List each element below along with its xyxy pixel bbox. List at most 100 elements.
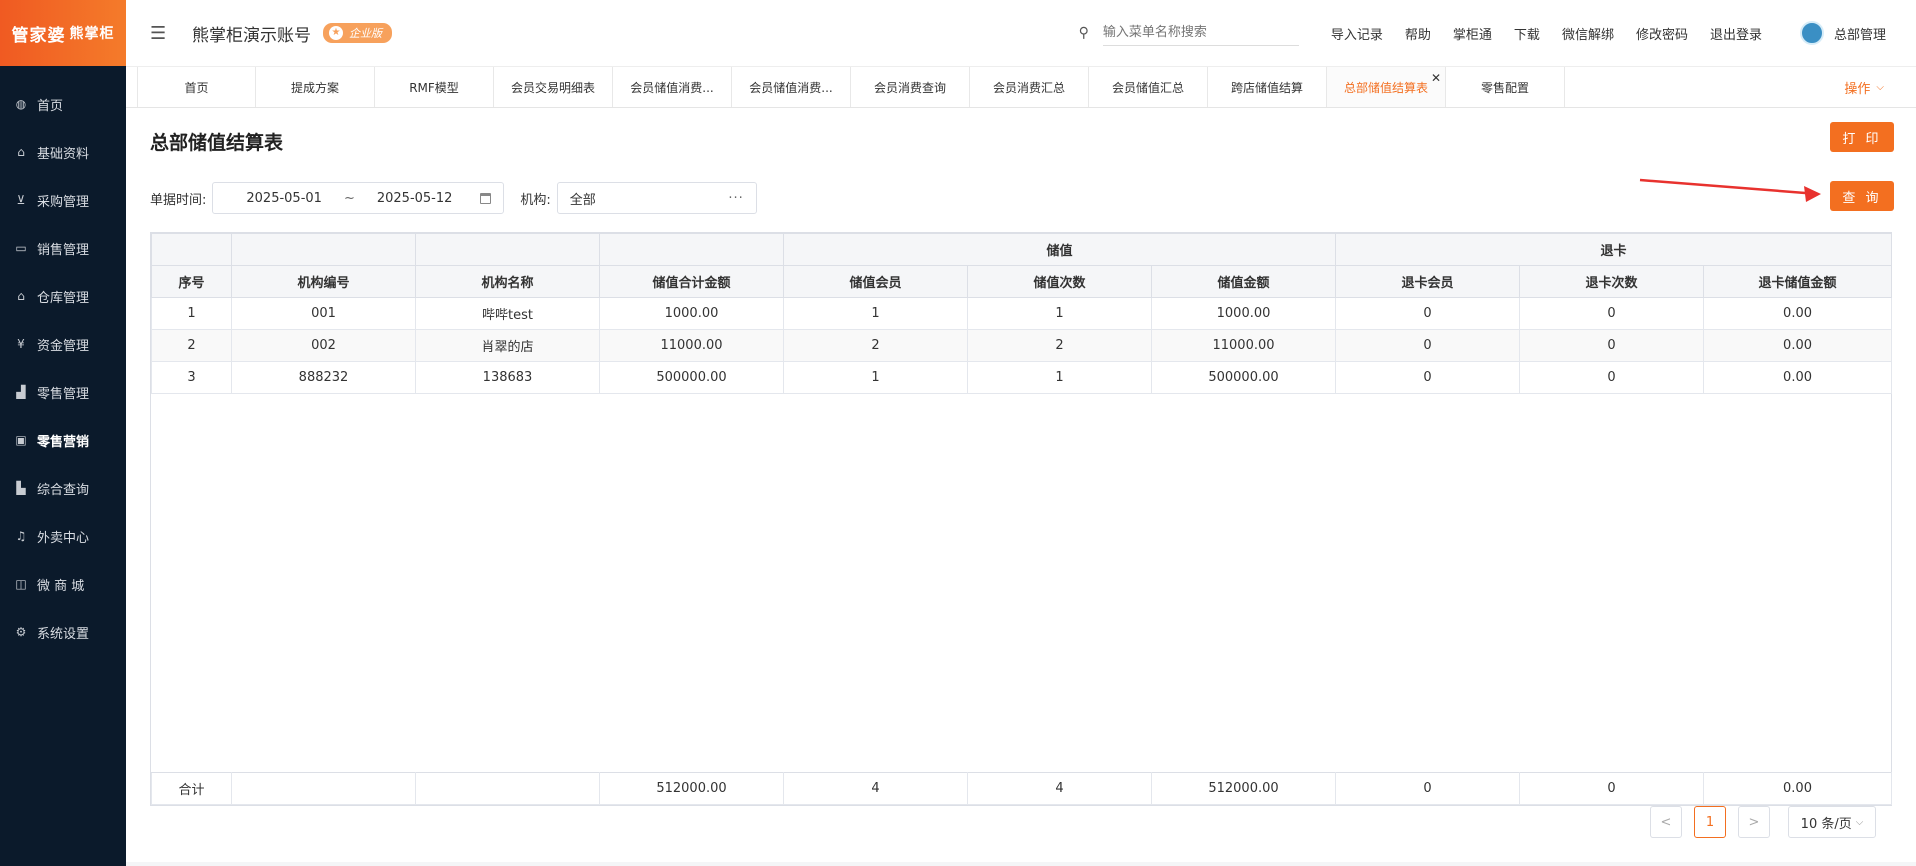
tab-rmf-model[interactable]: RMF模型	[375, 67, 494, 107]
table-cell: 001	[231, 297, 416, 330]
help-link[interactable]: 帮助	[1405, 24, 1431, 43]
prev-page-button[interactable]: <	[1650, 806, 1682, 838]
change-password-link[interactable]: 修改密码	[1636, 24, 1688, 43]
sidebar-item-purchase[interactable]: ⊻ 采购管理	[0, 176, 126, 224]
sidebar-item-settings[interactable]: ⚙ 系统设置	[0, 608, 126, 656]
warehouse-icon: ⌂	[17, 289, 25, 303]
tab-hq-stored-settlement[interactable]: 总部储值结算表 ✕	[1327, 67, 1446, 107]
sidebar-item-mall[interactable]: ◫ 微 商 城	[0, 560, 126, 608]
bar-chart-icon: ▙	[16, 481, 26, 495]
date-label: 单据时间:	[150, 192, 207, 208]
column-header[interactable]: 退卡会员	[1335, 265, 1521, 298]
query-button[interactable]: 查 询	[1830, 181, 1894, 211]
table-cell: 0	[1335, 297, 1521, 330]
sidebar-item-warehouse[interactable]: ⌂ 仓库管理	[0, 272, 126, 320]
table-cell: 0	[1519, 361, 1705, 394]
annotation-arrow	[1639, 178, 1821, 202]
tab-member-transactions[interactable]: 会员交易明细表	[494, 67, 613, 107]
date-from[interactable]: 2025-05-01	[246, 191, 322, 206]
tab-member-stored-consume-1[interactable]: 会员储值消费...	[613, 67, 732, 107]
search-icon[interactable]: ⚲	[1079, 25, 1089, 41]
gear-icon: ⚙	[15, 625, 27, 639]
money-icon: ¥	[17, 337, 25, 351]
sidebar-item-takeaway[interactable]: ♫ 外卖中心	[0, 512, 126, 560]
totals-cell: 512000.00	[599, 772, 784, 805]
table-row[interactable]: 1 001 哔哔test 1000.00 1 1 1000.00 0 0 0.0…	[151, 297, 1893, 330]
table-cell: 0	[1335, 361, 1521, 394]
sidebar-item-sales[interactable]: ▭ 销售管理	[0, 224, 126, 272]
close-icon[interactable]: ✕	[1431, 71, 1441, 85]
org-value: 全部	[569, 192, 596, 208]
sidebar-item-label: 系统设置	[37, 626, 90, 642]
table-cell: 0	[1519, 297, 1705, 330]
calendar-icon[interactable]	[480, 192, 492, 204]
group-header-blank	[151, 233, 232, 266]
menu-search-input[interactable]	[1102, 20, 1299, 46]
table-cell: 1	[967, 297, 1152, 330]
operations-menu[interactable]: 操作 ⌵	[1844, 67, 1884, 107]
group-header-stored: 储值	[782, 233, 1337, 266]
logo-text: 管家婆	[11, 25, 66, 46]
column-header[interactable]: 序号	[151, 265, 232, 298]
column-header[interactable]: 机构名称	[415, 265, 600, 298]
tab-commission-plan[interactable]: 提成方案	[256, 67, 375, 107]
data-table: 储值 退卡 序号 机构编号 机构名称 储值合计金额 储值会员 储值次数 储值金额…	[151, 233, 1893, 394]
totals-cell: 4	[783, 772, 968, 805]
page-number-button[interactable]: 1	[1694, 806, 1726, 838]
edition-badge-label: 企业版	[349, 27, 382, 40]
sidebar-item-label: 首页	[37, 98, 64, 114]
column-header[interactable]: 储值金额	[1150, 265, 1337, 298]
wechat-unbind-link[interactable]: 微信解绑	[1562, 24, 1614, 43]
column-header[interactable]: 储值会员	[783, 265, 968, 298]
table-cell: 2	[151, 329, 232, 362]
sidebar-item-basic-data[interactable]: ⌂ 基础资料	[0, 128, 126, 176]
sidebar-item-label: 采购管理	[37, 194, 90, 210]
date-range-picker[interactable]: 2025-05-01 ~ 2025-05-12	[212, 182, 505, 214]
tab-member-consume-query[interactable]: 会员消费查询	[851, 67, 970, 107]
user-menu[interactable]: 总部管理	[1799, 21, 1886, 45]
sidebar-item-query[interactable]: ▙ 综合查询	[0, 464, 126, 512]
header-links: 导入记录 帮助 掌柜通 下载 微信解绑 修改密码 退出登录	[1331, 24, 1784, 43]
table-cell: 2	[783, 329, 968, 362]
totals-cell	[231, 772, 416, 805]
sidebar-item-funds[interactable]: ¥ 资金管理	[0, 320, 126, 368]
page-size-select[interactable]: 10 条/页 ⌵	[1788, 806, 1876, 838]
sidebar-item-label: 基础资料	[37, 146, 90, 162]
import-records-link[interactable]: 导入记录	[1331, 24, 1383, 43]
next-page-button[interactable]: >	[1738, 806, 1770, 838]
download-link[interactable]: 下载	[1514, 24, 1540, 43]
tab-member-stored-consume-2[interactable]: 会员储值消费...	[732, 67, 851, 107]
tab-member-stored-summary[interactable]: 会员储值汇总	[1089, 67, 1208, 107]
tab-home[interactable]: 首页	[137, 67, 256, 107]
table-cell: 888232	[231, 361, 416, 394]
sidebar-item-label: 仓库管理	[37, 290, 90, 306]
table-cell: 0	[1335, 329, 1521, 362]
zhangguitong-link[interactable]: 掌柜通	[1453, 24, 1492, 43]
page-size-label: 10 条/页	[1800, 816, 1852, 832]
sidebar-item-home[interactable]: ◍ 首页	[0, 80, 126, 128]
org-select[interactable]: 全部 ···	[556, 182, 757, 214]
column-header[interactable]: 退卡次数	[1519, 265, 1705, 298]
table-cell: 0	[1519, 329, 1705, 362]
bag-icon: ◫	[15, 577, 27, 591]
sidebar-item-retail[interactable]: ▟ 零售管理	[0, 368, 126, 416]
group-header-blank	[599, 233, 784, 266]
date-to[interactable]: 2025-05-12	[377, 191, 453, 206]
tab-member-consume-summary[interactable]: 会员消费汇总	[970, 67, 1089, 107]
table-row[interactable]: 2 002 肖翠的店 11000.00 2 2 11000.00 0 0 0.0…	[151, 329, 1893, 362]
tab-retail-config[interactable]: 零售配置	[1446, 67, 1565, 107]
sidebar: 管家婆 熊掌柜 ◍ 首页 ⌂ 基础资料 ⊻ 采购管理 ▭ 销售管理 ⌂ 仓库管理 ¥ 资金管…	[0, 0, 126, 866]
column-header[interactable]: 机构编号	[231, 265, 416, 298]
logout-link[interactable]: 退出登录	[1710, 24, 1762, 43]
table-row[interactable]: 3 888232 138683 500000.00 1 1 500000.00 …	[151, 361, 1893, 394]
tab-cross-store-settlement[interactable]: 跨店储值结算	[1208, 67, 1327, 107]
totals-cell: 0	[1519, 772, 1704, 805]
sales-icon: ▭	[15, 241, 27, 255]
menu-toggle-icon[interactable]: ☰	[150, 23, 170, 44]
sidebar-item-retail-marketing[interactable]: ▣ 零售营销	[0, 416, 126, 464]
column-header[interactable]: 退卡储值金额	[1703, 265, 1893, 298]
column-header[interactable]: 储值合计金额	[599, 265, 784, 298]
print-button[interactable]: 打 印	[1830, 122, 1894, 152]
column-header[interactable]: 储值次数	[967, 265, 1152, 298]
more-icon[interactable]: ···	[728, 191, 743, 206]
